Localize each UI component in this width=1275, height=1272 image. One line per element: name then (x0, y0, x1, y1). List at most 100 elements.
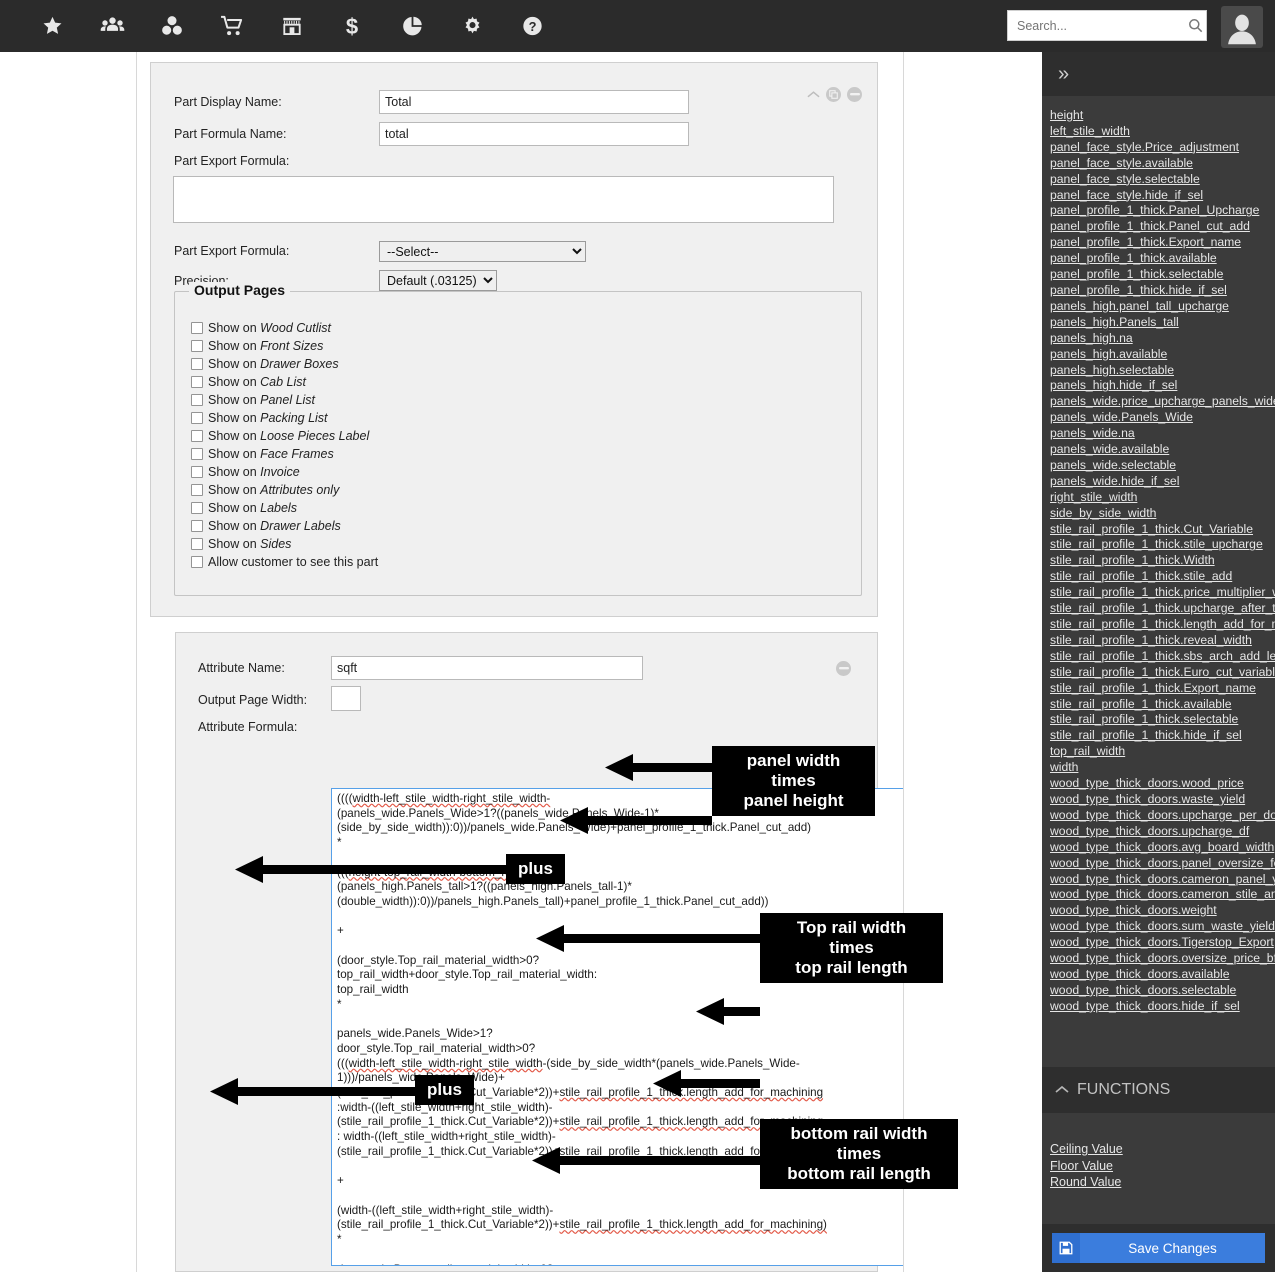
checkbox[interactable] (191, 358, 203, 370)
variable-list-item[interactable]: width (1050, 760, 1275, 776)
variable-list-item[interactable]: panel_profile_1_thick.hide_if_sel (1050, 283, 1275, 299)
variable-list-item[interactable]: wood_type_thick_doors.panel_oversize_fo (1050, 856, 1275, 872)
checkbox[interactable] (191, 376, 203, 388)
variable-list-item[interactable]: stile_rail_profile_1_thick.available (1050, 697, 1275, 713)
chevron-up-icon[interactable] (1055, 1083, 1069, 1097)
output-page-checkbox-row[interactable]: Show on Attributes only (191, 483, 339, 497)
function-list-item[interactable]: Floor Value (1050, 1158, 1275, 1175)
variable-list-item[interactable]: wood_type_thick_doors.weight (1050, 903, 1275, 919)
output-page-checkbox-row[interactable]: Show on Drawer Labels (191, 519, 341, 533)
variable-list-item[interactable]: panels_wide.Panels_Wide (1050, 410, 1275, 426)
variable-list-item[interactable]: stile_rail_profile_1_thick.reveal_width (1050, 633, 1275, 649)
variable-list-item[interactable]: stile_rail_profile_1_thick.Euro_cut_vari… (1050, 665, 1275, 681)
variable-list[interactable]: height left_stile_width panel_face_style.P… (1042, 96, 1275, 1067)
variable-list-item[interactable]: panels_high.available (1050, 347, 1275, 363)
variable-list-item[interactable]: stile_rail_profile_1_thick.hide_if_sel (1050, 728, 1275, 744)
output-page-checkbox-row[interactable]: Show on Cab List (191, 375, 306, 389)
molecule-icon[interactable] (142, 0, 202, 52)
output-page-checkbox-row[interactable]: Show on Labels (191, 501, 297, 515)
variable-list-item[interactable]: panel_face_style.hide_if_sel (1050, 188, 1275, 204)
variable-list-item[interactable]: panel_face_style.available (1050, 156, 1275, 172)
dollar-icon[interactable]: $ (322, 0, 382, 52)
variable-list-item[interactable]: wood_type_thick_doors.avg_board_width (1050, 840, 1275, 856)
variable-list-item[interactable]: panels_wide.available (1050, 442, 1275, 458)
remove-part-icon[interactable] (847, 87, 862, 102)
variable-list-item[interactable]: panel_profile_1_thick.Panel_cut_add (1050, 219, 1275, 235)
precision-select[interactable]: Default (.03125) (379, 270, 497, 291)
checkbox[interactable] (191, 448, 203, 460)
variable-list-item[interactable]: panels_high.Panels_tall (1050, 315, 1275, 331)
save-disk-icon[interactable] (1052, 1233, 1080, 1263)
variable-list-item[interactable]: panels_wide.na (1050, 426, 1275, 442)
variable-list-item[interactable]: side_by_side_width (1050, 506, 1275, 522)
variable-list-item[interactable]: right_stile_width (1050, 490, 1275, 506)
part-export-formula-select[interactable]: --Select-- (379, 241, 586, 262)
variable-list-item[interactable]: panel_profile_1_thick.Export_name (1050, 235, 1275, 251)
attribute-formula-text[interactable]: ((((width-left_stile_width-right_stile_w… (337, 792, 903, 1265)
variable-list-item[interactable]: stile_rail_profile_1_thick.price_multipl… (1050, 585, 1275, 601)
variable-list-item[interactable]: wood_type_thick_doors.selectable (1050, 983, 1275, 999)
checkbox[interactable] (191, 412, 203, 424)
output-page-width-input[interactable] (331, 686, 361, 711)
variable-list-item[interactable]: wood_type_thick_doors.cameron_panel_y (1050, 872, 1275, 888)
function-list-item[interactable]: Ceiling Value (1050, 1141, 1275, 1158)
checkbox[interactable] (191, 538, 203, 550)
checkbox[interactable] (191, 340, 203, 352)
star-icon[interactable] (22, 0, 82, 52)
variable-list-item[interactable]: panels_high.panel_tall_upcharge (1050, 299, 1275, 315)
variable-list-item[interactable]: wood_type_thick_doors.oversize_price_bf (1050, 951, 1275, 967)
checkbox[interactable] (191, 466, 203, 478)
search-input[interactable] (1008, 18, 1184, 33)
variable-list-item[interactable]: wood_type_thick_doors.Tigerstop_Export (1050, 935, 1275, 951)
checkbox[interactable] (191, 484, 203, 496)
output-page-checkbox-row[interactable]: Show on Packing List (191, 411, 328, 425)
variable-list-item[interactable]: stile_rail_profile_1_thick.stile_add (1050, 569, 1275, 585)
function-list-item[interactable]: Round Value (1050, 1174, 1275, 1191)
output-page-checkbox-row[interactable]: Show on Wood Cutlist (191, 321, 331, 335)
variable-list-item[interactable]: top_rail_width (1050, 744, 1275, 760)
variable-list-item[interactable]: stile_rail_profile_1_thick.upcharge_afte… (1050, 601, 1275, 617)
variable-list-item[interactable]: panels_high.na (1050, 331, 1275, 347)
part-formula-name-input[interactable] (379, 122, 689, 146)
variable-list-item[interactable]: wood_type_thick_doors.waste_yield (1050, 792, 1275, 808)
variable-list-item[interactable]: panels_high.selectable (1050, 363, 1275, 379)
output-page-checkbox-row[interactable]: Show on Front Sizes (191, 339, 323, 353)
variable-list-item[interactable]: panels_high.hide_if_sel (1050, 378, 1275, 394)
variable-list-item[interactable]: wood_type_thick_doors.available (1050, 967, 1275, 983)
output-page-checkbox-row[interactable]: Show on Sides (191, 537, 291, 551)
variable-list-item[interactable]: wood_type_thick_doors.hide_if_sel (1050, 999, 1275, 1015)
variable-list-item[interactable]: wood_type_thick_doors.upcharge_per_do (1050, 808, 1275, 824)
users-icon[interactable] (82, 0, 142, 52)
functions-list[interactable]: Ceiling Value Floor Value Round Value (1042, 1113, 1275, 1224)
variable-list-item[interactable]: stile_rail_profile_1_thick.stile_upcharg… (1050, 537, 1275, 553)
output-page-checkbox-row[interactable]: Show on Drawer Boxes (191, 357, 339, 371)
chevron-up-icon[interactable] (807, 88, 820, 101)
output-page-checkbox-row[interactable]: Show on Loose Pieces Label (191, 429, 369, 443)
variable-list-item[interactable]: panel_face_style.selectable (1050, 172, 1275, 188)
functions-section-header[interactable]: FUNCTIONS (1042, 1067, 1275, 1113)
variable-list-item[interactable]: stile_rail_profile_1_thick.selectable (1050, 712, 1275, 728)
output-page-checkbox-row[interactable]: Allow customer to see this part (191, 555, 378, 569)
variable-list-item[interactable]: panel_face_style.Price_adjustment (1050, 140, 1275, 156)
variable-list-item[interactable]: panels_wide.hide_if_sel (1050, 474, 1275, 490)
output-page-checkbox-row[interactable]: Show on Panel List (191, 393, 315, 407)
expand-sidebar-icon[interactable]: » (1058, 64, 1069, 84)
variable-list-item[interactable]: panel_profile_1_thick.available (1050, 251, 1275, 267)
variable-list-item[interactable]: stile_rail_profile_1_thick.sbs_arch_add_… (1050, 649, 1275, 665)
checkbox[interactable] (191, 430, 203, 442)
search-box[interactable] (1007, 10, 1207, 41)
variable-list-item[interactable]: panels_wide.price_upcharge_panels_wide (1050, 394, 1275, 410)
part-export-formula-textarea[interactable] (173, 176, 834, 223)
output-page-checkbox-row[interactable]: Show on Face Frames (191, 447, 334, 461)
variable-list-item[interactable]: height (1050, 108, 1275, 124)
variable-list-item[interactable]: stile_rail_profile_1_thick.Width (1050, 553, 1275, 569)
gear-icon[interactable] (442, 0, 502, 52)
cart-icon[interactable] (202, 0, 262, 52)
checkbox[interactable] (191, 502, 203, 514)
search-icon[interactable] (1184, 18, 1206, 33)
pie-chart-icon[interactable] (382, 0, 442, 52)
variable-list-item[interactable]: stile_rail_profile_1_thick.Cut_Variable (1050, 522, 1275, 538)
storefront-icon[interactable] (262, 0, 322, 52)
user-avatar[interactable] (1221, 6, 1263, 48)
variable-list-item[interactable]: wood_type_thick_doors.cameron_stile_an (1050, 887, 1275, 903)
